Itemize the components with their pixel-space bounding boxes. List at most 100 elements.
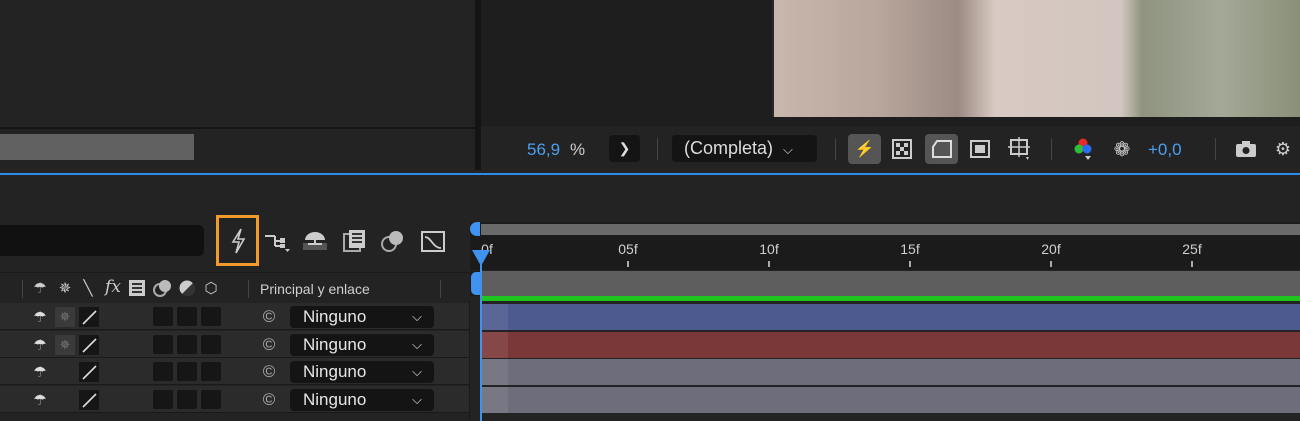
motion-blur-switch[interactable]	[153, 362, 173, 381]
zoom-unit: %	[570, 140, 586, 159]
motion-blur-icon[interactable]	[378, 228, 408, 254]
ruler-tick	[627, 261, 629, 267]
layer-bar-start	[481, 304, 508, 330]
column-divider[interactable]	[22, 280, 23, 298]
shy-layers-icon[interactable]	[300, 228, 330, 254]
layer-duration-bar[interactable]	[481, 332, 1300, 358]
quality-switch-icon[interactable]	[79, 307, 99, 327]
parent-value: Ninguno	[303, 390, 367, 409]
pick-whip-icon[interactable]: ©	[258, 307, 280, 327]
adjustment-switch[interactable]	[177, 307, 197, 326]
shy-switch-icon[interactable]: ☂	[30, 335, 50, 355]
time-navigator[interactable]	[470, 222, 1300, 237]
work-area-bar[interactable]	[470, 271, 1300, 296]
region-of-interest-icon[interactable]	[967, 136, 993, 162]
separator	[835, 138, 836, 160]
navigator-bar[interactable]	[481, 224, 1300, 235]
column-divider[interactable]	[440, 280, 441, 298]
parent-value: Ninguno	[303, 307, 367, 326]
color-channels-icon[interactable]	[1069, 135, 1097, 163]
scrollbar[interactable]	[0, 134, 194, 160]
navigator-start-handle[interactable]	[470, 222, 480, 236]
3d-layer-column-icon: ⬡	[204, 280, 218, 297]
quality-column-icon: ╲	[83, 280, 93, 297]
quality-switch-icon[interactable]	[79, 335, 99, 355]
motion-blur-switch[interactable]	[153, 335, 173, 354]
layer-row[interactable]: ☂ © Ninguno ⌵	[0, 386, 470, 413]
chevron-down-icon: ⌵	[412, 337, 422, 352]
layer-duration-bar[interactable]	[481, 387, 1300, 413]
shy-switch-icon[interactable]: ☂	[30, 390, 50, 410]
parent-dropdown[interactable]: Ninguno ⌵	[290, 389, 434, 411]
parent-dropdown[interactable]: Ninguno ⌵	[290, 361, 434, 383]
work-area-fill[interactable]	[481, 271, 1300, 296]
grid-guides-icon[interactable]	[1005, 134, 1035, 164]
playhead-line[interactable]	[480, 252, 482, 421]
chevron-down-icon: ⌵	[412, 364, 422, 379]
exposure-icon[interactable]: ❁	[1109, 136, 1135, 162]
layer-row[interactable]: ☂ ✵ © Ninguno ⌵	[0, 331, 470, 358]
zoom-value[interactable]: 56,9	[527, 140, 560, 160]
layer-row[interactable]: ☂ ✵ © Ninguno ⌵	[0, 303, 470, 330]
shy-switch-icon[interactable]: ☂	[30, 307, 50, 327]
snapshot-camera-icon[interactable]	[1233, 136, 1259, 162]
layer-duration-bar[interactable]	[481, 359, 1300, 385]
playhead-handle[interactable]	[472, 250, 490, 266]
column-divider[interactable]	[248, 280, 249, 298]
work-area-start-handle[interactable]	[471, 272, 480, 295]
motion-blur-switch[interactable]	[153, 307, 173, 326]
ruler-label: 15f	[900, 241, 920, 257]
ruler-tick	[1050, 261, 1052, 267]
mask-path-button[interactable]	[925, 134, 958, 164]
pick-whip-icon[interactable]: ©	[258, 362, 280, 382]
pick-whip-icon[interactable]: ©	[258, 390, 280, 410]
column-header: ☂ ✵ ╲ fx ⬡ Principal y enlace	[0, 272, 470, 303]
adjustment-switch[interactable]	[177, 335, 197, 354]
3d-switch[interactable]	[201, 390, 221, 409]
3d-switch[interactable]	[201, 362, 221, 381]
pick-whip-icon[interactable]: ©	[258, 335, 280, 355]
ruler-tick	[1191, 261, 1193, 267]
adjustment-layer-column-icon	[177, 278, 197, 298]
resolution-dropdown[interactable]: (Completa) ⌵	[672, 135, 817, 162]
preview-image	[772, 0, 1300, 117]
parent-dropdown[interactable]: Ninguno ⌵	[290, 306, 434, 328]
graph-editor-icon[interactable]	[418, 227, 448, 255]
shy-switch-icon[interactable]: ☂	[30, 362, 50, 382]
collapse-column-icon: ✵	[58, 280, 72, 297]
layer-search-input[interactable]	[0, 225, 204, 256]
transparency-grid-icon[interactable]	[889, 136, 915, 162]
flowchart-icon[interactable]	[262, 228, 292, 254]
quality-switch-icon[interactable]	[79, 390, 99, 410]
motion-blur-switch[interactable]	[153, 390, 173, 409]
layer-row[interactable]: ☂ © Ninguno ⌵	[0, 358, 470, 385]
layer-bar-start	[481, 387, 508, 413]
adjustment-switch[interactable]	[177, 362, 197, 381]
parent-value: Ninguno	[303, 362, 367, 381]
active-panel-border	[0, 173, 1300, 175]
chevron-down-icon: ⌵	[783, 142, 793, 157]
parent-link-header[interactable]: Principal y enlace	[260, 281, 370, 297]
adjustment-switch[interactable]	[177, 390, 197, 409]
motion-blur-column-icon	[152, 278, 174, 298]
frame-blending-column-icon	[127, 278, 147, 298]
separator	[657, 138, 658, 160]
effects-column-icon: fx	[105, 277, 121, 297]
draft-3d-button[interactable]	[216, 215, 259, 266]
zoom-dropdown-button[interactable]: ❯	[609, 135, 640, 162]
ruler-label: 20f	[1041, 241, 1061, 257]
collapse-switch-icon[interactable]: ✵	[55, 335, 75, 355]
time-ruler[interactable]: 0f 05f 10f 15f 20f 25f	[470, 237, 1300, 270]
3d-switch[interactable]	[201, 307, 221, 326]
frame-blending-icon[interactable]	[340, 228, 370, 254]
layer-duration-bar[interactable]	[481, 304, 1300, 330]
collapse-switch-icon[interactable]: ✵	[55, 307, 75, 327]
show-snapshot-icon[interactable]: ⚙	[1269, 136, 1297, 162]
composition-viewer[interactable]	[481, 0, 1300, 126]
exposure-value[interactable]: +0,0	[1148, 140, 1182, 160]
project-panel	[0, 0, 475, 168]
parent-dropdown[interactable]: Ninguno ⌵	[290, 334, 434, 356]
3d-switch[interactable]	[201, 335, 221, 354]
fast-previews-button[interactable]: ⚡	[848, 134, 881, 164]
quality-switch-icon[interactable]	[79, 362, 99, 382]
